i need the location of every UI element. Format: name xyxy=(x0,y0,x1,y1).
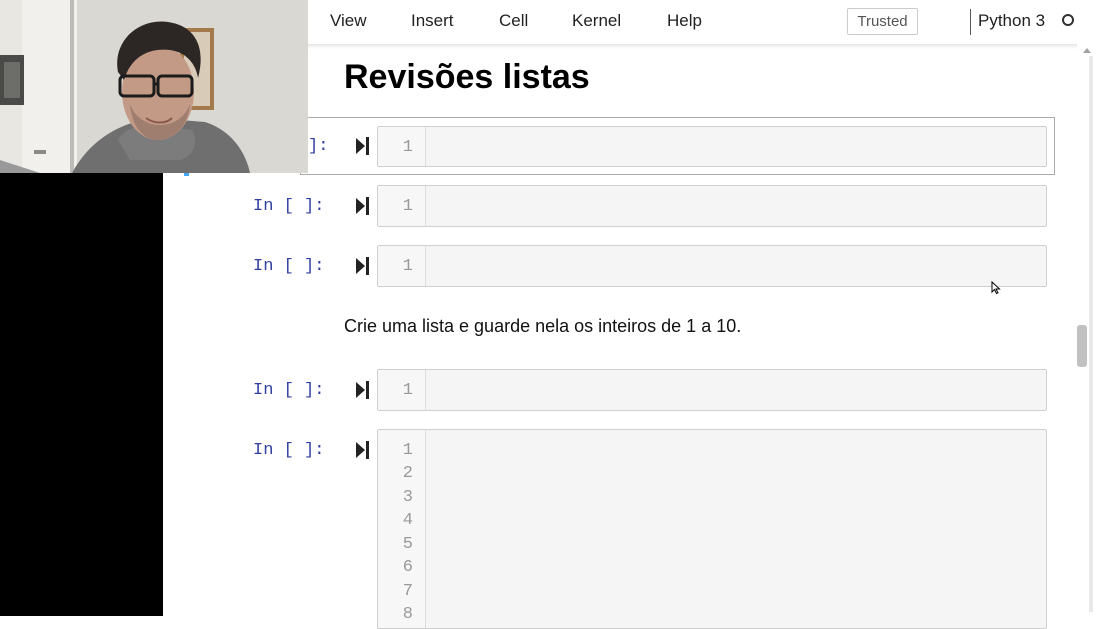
scroll-up-arrow-icon[interactable] xyxy=(1083,48,1091,53)
code-input[interactable]: 1 xyxy=(377,185,1047,227)
line-number: 6 xyxy=(402,558,413,577)
notebook-heading: Revisões listas xyxy=(344,58,590,96)
line-gutter: 1 xyxy=(378,246,426,286)
run-cell-icon[interactable] xyxy=(356,381,370,399)
mouse-cursor-icon xyxy=(991,281,1001,295)
scrollbar-thumb[interactable] xyxy=(1077,325,1087,367)
menu-view[interactable]: View xyxy=(330,11,367,31)
code-input[interactable]: 1 xyxy=(377,126,1047,167)
menu-kernel[interactable]: Kernel xyxy=(572,11,621,31)
line-number: 3 xyxy=(402,488,413,507)
markdown-cell[interactable]: Crie uma lista e guarde nela os inteiros… xyxy=(344,316,741,337)
cell-prompt: In [ ]: xyxy=(253,257,325,276)
line-number: 1 xyxy=(402,441,413,460)
run-cell-icon[interactable] xyxy=(356,441,370,459)
line-number: 1 xyxy=(402,197,413,216)
webcam-overlay xyxy=(0,0,308,173)
line-number: 1 xyxy=(402,381,413,400)
line-number: 5 xyxy=(402,535,413,554)
run-cell-icon[interactable] xyxy=(356,257,370,275)
cell-prompt: In [ ]: xyxy=(253,381,325,400)
line-number: 7 xyxy=(402,582,413,601)
line-number: 1 xyxy=(402,257,413,276)
cell-prompt: ]: xyxy=(308,137,329,156)
code-input[interactable]: 1 xyxy=(377,369,1047,411)
trusted-badge[interactable]: Trusted xyxy=(847,8,918,35)
line-gutter: 1 xyxy=(378,127,426,166)
run-cell-icon[interactable] xyxy=(356,137,370,155)
scrollbar-track[interactable] xyxy=(1089,56,1093,612)
black-overlay-panel xyxy=(0,172,163,616)
line-gutter: 1 2 3 4 5 6 7 8 xyxy=(378,430,426,628)
line-number: 2 xyxy=(402,464,413,483)
webcam-video-image xyxy=(0,0,308,173)
cell-prompt: In [ ]: xyxy=(253,441,325,460)
kernel-divider xyxy=(970,9,971,35)
code-input[interactable]: 1 xyxy=(377,245,1047,287)
line-number: 4 xyxy=(402,511,413,530)
line-gutter: 1 xyxy=(378,370,426,410)
line-number: 1 xyxy=(402,138,413,157)
menu-cell[interactable]: Cell xyxy=(499,11,528,31)
run-cell-icon[interactable] xyxy=(356,197,370,215)
kernel-name: Python 3 xyxy=(978,11,1046,30)
menu-insert[interactable]: Insert xyxy=(411,11,454,31)
line-number: 8 xyxy=(402,605,413,624)
line-gutter: 1 xyxy=(378,186,426,226)
menu-help[interactable]: Help xyxy=(667,11,702,31)
cell-prompt: In [ ]: xyxy=(253,197,325,216)
code-input[interactable]: 1 2 3 4 5 6 7 8 xyxy=(377,429,1047,629)
kernel-idle-icon xyxy=(1062,14,1074,26)
